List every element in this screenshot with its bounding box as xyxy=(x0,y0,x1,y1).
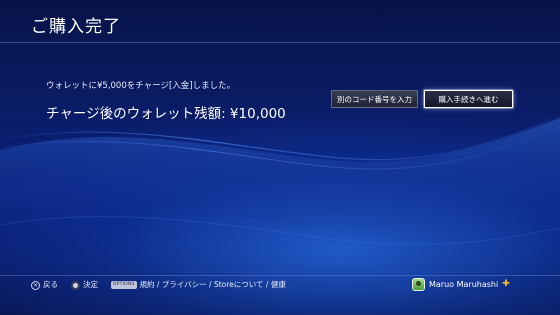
header-divider xyxy=(0,42,560,43)
wallet-balance: チャージ後のウォレット残額: ¥10,000 xyxy=(46,106,286,122)
back-label: 戻る xyxy=(43,280,58,289)
cross-button-icon: ✕ xyxy=(31,280,40,290)
avatar xyxy=(412,278,425,291)
background-wave xyxy=(0,115,560,246)
enter-other-code-button[interactable]: 別のコード番号を入力 xyxy=(331,90,418,108)
options-hint[interactable]: OPTIONS 規約 / プライバシー / Storeについて / 健康 xyxy=(111,278,286,292)
page-title: ご購入完了 xyxy=(31,17,121,37)
proceed-to-checkout-button[interactable]: 購入手続きへ進む xyxy=(424,90,513,108)
user-name: Maruo Maruhashi xyxy=(429,280,499,289)
footer-links: 規約 / プライバシー / Storeについて / 健康 xyxy=(139,280,286,289)
footer-divider xyxy=(0,275,560,276)
charge-message: ウォレットに¥5,000をチャージ[入金]しました。 xyxy=(46,81,236,91)
store-screen: ご購入完了 ウォレットに¥5,000をチャージ[入金]しました。 チャージ後のウ… xyxy=(0,0,560,315)
confirm-hint[interactable]: 決定 xyxy=(71,278,98,292)
options-button-icon: OPTIONS xyxy=(111,281,137,289)
back-hint[interactable]: ✕ 戻る xyxy=(31,278,58,292)
confirm-label: 決定 xyxy=(83,280,98,289)
user-profile[interactable]: Maruo Maruhashi ✚ xyxy=(412,277,510,292)
plus-membership-icon: ✚ xyxy=(502,279,510,289)
circle-button-icon xyxy=(71,280,80,290)
